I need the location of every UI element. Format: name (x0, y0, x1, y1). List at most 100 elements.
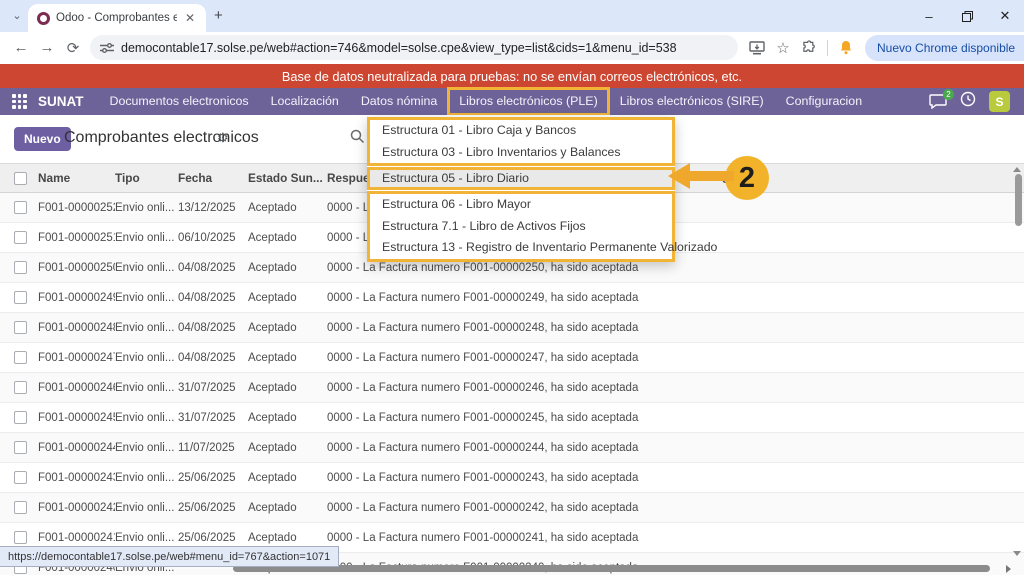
navbar-right: 2 S (929, 88, 1014, 112)
reload-icon[interactable]: ⟳ (60, 35, 86, 61)
row-respuesta-cell: 0000 - La Factura numero F001-00000242, … (327, 501, 639, 514)
vertical-scrollbar[interactable] (1015, 174, 1022, 226)
activities-clock-icon[interactable] (960, 91, 976, 112)
nav-menu-item[interactable]: Documentos electronicos (99, 88, 260, 115)
row-checkbox[interactable] (14, 201, 27, 214)
row-name-cell: F001-00000246 (38, 381, 115, 394)
apps-grid-icon[interactable] (12, 94, 27, 109)
url-text: democontable17.solse.pe/web#action=746&m… (121, 40, 677, 55)
horizontal-scrollbar[interactable] (233, 565, 990, 572)
row-respuesta-cell: 0000 - La Factura numero F001-00000245, … (327, 411, 639, 424)
dropdown-group-1: Estructura 01 - Libro Caja y Bancos Estru… (367, 117, 675, 166)
row-respuesta-cell: 0000 - La Factura numero F001-00000244, … (327, 441, 639, 454)
row-checkbox[interactable] (14, 441, 27, 454)
dropdown-item[interactable]: Estructura 01 - Libro Caja y Bancos (370, 120, 672, 142)
chrome-update-button[interactable]: Nuevo Chrome disponible ⋮ (865, 34, 1024, 61)
tab-list-chevron-icon[interactable]: ⌄ (8, 8, 26, 24)
row-name-cell: F001-00000247 (38, 351, 115, 364)
back-icon[interactable]: ← (8, 35, 34, 61)
tab-strip: ⌄ Odoo - Comprobantes electron ✕ + – ✕ (0, 0, 1024, 32)
column-header-fecha[interactable]: Fecha (178, 171, 248, 185)
row-respuesta-cell: 0000 - La Factura numero F001-00000249, … (327, 291, 639, 304)
row-respuesta-cell: 0000 - La Factura numero F001-00000247, … (327, 351, 639, 364)
row-checkbox[interactable] (14, 231, 27, 244)
ple-dropdown-menu: Estructura 01 - Libro Caja y Bancos Estru… (367, 117, 717, 262)
address-bar[interactable]: democontable17.solse.pe/web#action=746&m… (90, 35, 738, 60)
row-respuesta-cell: 0000 - La Factura numero F001-00000248, … (327, 321, 639, 334)
vertical-scroll-up-icon[interactable] (1013, 167, 1021, 172)
browser-menu-icon[interactable]: ⋮ (1015, 41, 1024, 55)
dropdown-item[interactable]: Estructura 7.1 - Libro de Activos Fijos (370, 215, 672, 237)
vertical-scroll-down-icon[interactable] (1013, 551, 1021, 556)
actions-gear-icon[interactable]: ⚙ (217, 130, 229, 146)
row-tipo-cell: Envio onli... (115, 321, 175, 334)
dropdown-item[interactable]: Estructura 06 - Libro Mayor (370, 194, 672, 216)
odoo-favicon-icon (37, 11, 50, 25)
forward-icon[interactable]: → (34, 35, 60, 61)
tab-close-icon[interactable]: ✕ (183, 11, 197, 25)
row-checkbox[interactable] (14, 381, 27, 394)
notification-bell-icon[interactable] (833, 35, 859, 61)
new-tab-button[interactable]: + (214, 7, 223, 24)
row-estado-cell: Aceptado (248, 531, 297, 544)
row-name-cell: F001-00000251 (38, 231, 115, 244)
app-brand[interactable]: SUNAT (38, 94, 84, 109)
row-checkbox[interactable] (14, 531, 27, 544)
site-settings-icon[interactable] (100, 42, 114, 54)
nav-menu-item[interactable]: Libros electrónicos (PLE) (447, 87, 610, 116)
row-tipo-cell: Envio onli... (115, 411, 175, 424)
select-all-checkbox[interactable] (14, 171, 27, 185)
browser-tab[interactable]: Odoo - Comprobantes electron ✕ (28, 4, 206, 32)
row-fecha-cell: 11/07/2025 (178, 441, 235, 454)
annotation-arrow-icon (668, 163, 734, 189)
close-window-button[interactable]: ✕ (986, 0, 1024, 32)
dropdown-item[interactable]: Estructura 13 - Registro de Inventario P… (370, 237, 717, 259)
table-row[interactable]: F001-00000245 Envio onli... 31/07/2025 A… (0, 403, 1024, 433)
row-checkbox[interactable] (14, 261, 27, 274)
nav-menu-item[interactable]: Datos nómina (350, 88, 448, 115)
table-row[interactable]: F001-00000249 Envio onli... 04/08/2025 A… (0, 283, 1024, 313)
row-fecha-cell: 04/08/2025 (178, 351, 236, 364)
row-fecha-cell: 13/12/2025 (178, 201, 236, 214)
extensions-icon[interactable] (796, 35, 822, 61)
status-bar-link: https://democontable17.solse.pe/web#menu… (0, 546, 340, 567)
row-checkbox[interactable] (14, 291, 27, 304)
bookmark-star-icon[interactable]: ☆ (770, 35, 796, 61)
restore-button[interactable] (948, 0, 986, 32)
row-name-cell: F001-00000245 (38, 411, 115, 424)
column-header-tipo[interactable]: Tipo (115, 171, 178, 185)
row-checkbox[interactable] (14, 411, 27, 424)
table-row[interactable]: F001-00000244 Envio onli... 11/07/2025 A… (0, 433, 1024, 463)
table-row[interactable]: F001-00000243 Envio onli... 25/06/2025 A… (0, 463, 1024, 493)
nav-menu-item[interactable]: Libros electrónicos (SIRE) (609, 88, 775, 115)
row-checkbox[interactable] (14, 471, 27, 484)
table-row[interactable]: F001-00000247 Envio onli... 04/08/2025 A… (0, 343, 1024, 373)
row-name-cell: F001-00000249 (38, 291, 115, 304)
new-record-button[interactable]: Nuevo (14, 127, 71, 151)
messages-icon[interactable]: 2 (929, 88, 954, 110)
send-to-device-icon[interactable] (744, 35, 770, 61)
row-fecha-cell: 25/06/2025 (178, 471, 236, 484)
column-header-estado[interactable]: Estado Sun... (248, 171, 327, 185)
search-icon[interactable] (350, 129, 365, 144)
user-avatar[interactable]: S (989, 91, 1010, 112)
table-row[interactable]: F001-00000242 Envio onli... 25/06/2025 A… (0, 493, 1024, 523)
row-checkbox[interactable] (14, 321, 27, 334)
horizontal-scroll-right-icon[interactable] (1006, 565, 1011, 573)
dropdown-item[interactable]: Estructura 05 - Libro Diario (370, 170, 672, 187)
row-estado-cell: Aceptado (248, 471, 297, 484)
column-header-name[interactable]: Name (38, 171, 115, 185)
minimize-button[interactable]: – (910, 0, 948, 32)
table-row[interactable]: F001-00000246 Envio onli... 31/07/2025 A… (0, 373, 1024, 403)
row-checkbox[interactable] (14, 501, 27, 514)
row-respuesta-cell: 0000 - La Factura numero F001-00000241, … (327, 531, 639, 544)
dropdown-item[interactable]: Estructura 03 - Libro Inventarios y Bala… (370, 141, 672, 163)
row-checkbox[interactable] (14, 351, 27, 364)
row-name-cell: F001-00000241 (38, 531, 115, 544)
nav-menu-item[interactable]: Localización (260, 88, 350, 115)
row-tipo-cell: Envio onli... (115, 261, 175, 274)
table-row[interactable]: F001-00000248 Envio onli... 04/08/2025 A… (0, 313, 1024, 343)
row-fecha-cell: 04/08/2025 (178, 321, 236, 334)
row-fecha-cell: 25/06/2025 (178, 501, 236, 514)
nav-menu-item[interactable]: Configuracion (775, 88, 873, 115)
